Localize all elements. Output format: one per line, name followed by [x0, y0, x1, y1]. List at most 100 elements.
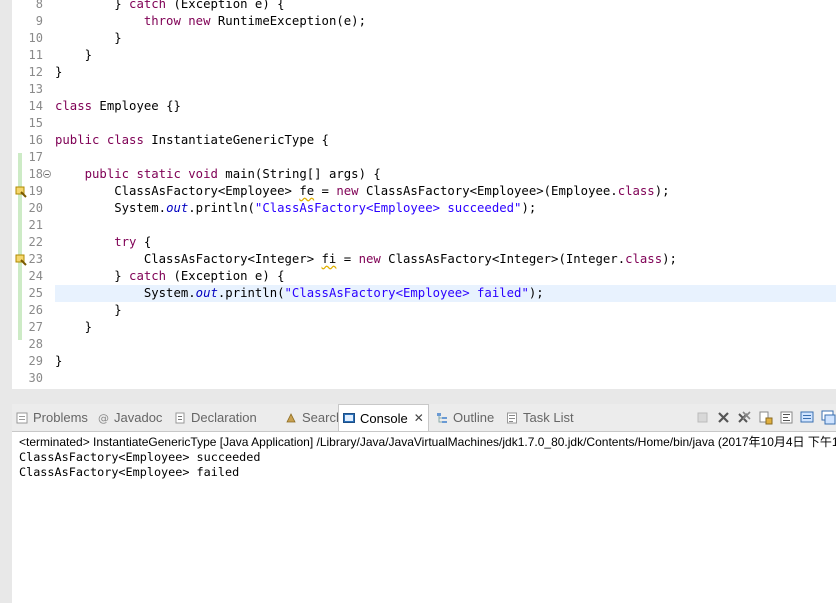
code-line[interactable]: public class InstantiateGenericType {: [55, 132, 836, 149]
code-token: main(String[] args) {: [217, 167, 381, 181]
code-token-kw: class: [625, 252, 663, 266]
tab-label: Javadoc: [114, 410, 163, 425]
code-line[interactable]: [55, 370, 836, 387]
code-line[interactable]: }: [55, 319, 836, 336]
word-wrap-icon[interactable]: [779, 410, 794, 425]
svg-text:@: @: [98, 412, 109, 424]
line-number: 20: [28, 201, 43, 215]
code-line[interactable]: ClassAsFactory<Integer> fi = new ClassAs…: [55, 251, 836, 268]
code-line[interactable]: ClassAsFactory<Employee> fe = new ClassA…: [55, 183, 836, 200]
code-token-fld: out: [195, 286, 218, 300]
tab-task-list[interactable]: Task List: [506, 404, 574, 431]
tab-search[interactable]: Search: [285, 404, 343, 431]
warning-icon[interactable]: [15, 186, 27, 198]
code-token: ClassAsFactory<Employee>(Employee.: [358, 184, 618, 198]
line-number: 14: [28, 99, 43, 113]
code-line[interactable]: [55, 217, 836, 234]
tab-label: Problems: [33, 410, 88, 425]
code-token-kw: class: [55, 99, 93, 113]
code-token: ClassAsFactory<Integer>: [55, 252, 322, 266]
line-number: 27: [28, 320, 43, 334]
code-line[interactable]: class Employee {}: [55, 98, 836, 115]
code-line[interactable]: }: [55, 302, 836, 319]
code-token: }: [55, 354, 63, 368]
tab-outline[interactable]: Outline: [436, 404, 494, 431]
code-token-kw: void: [188, 167, 218, 181]
code-line[interactable]: }: [55, 47, 836, 64]
line-number: 8: [35, 0, 43, 11]
code-line[interactable]: public static void main(String[] args) {: [55, 166, 836, 183]
line-number: 13: [28, 82, 43, 96]
code-token-str: "ClassAsFactory<Employee> succeeded": [254, 201, 522, 215]
console-view[interactable]: <terminated> InstantiateGenericType [Jav…: [12, 431, 836, 603]
line-number: 16: [28, 133, 43, 147]
code-editor[interactable]: 8 9 10 11 12 13 14 15 16 17 18 19 20 21 22 23 24 25 26 27 28…: [12, 0, 836, 389]
code-token: }: [55, 269, 130, 283]
console-output-line: ClassAsFactory<Employee> failed: [19, 465, 240, 479]
code-token: InstantiateGenericType {: [143, 133, 329, 147]
code-token: (Exception e) {: [166, 0, 285, 11]
code-token: Employee {}: [92, 99, 181, 113]
code-line[interactable]: [55, 149, 836, 166]
console-icon: [343, 413, 355, 423]
tab-problems[interactable]: Problems: [16, 404, 88, 431]
console-toolbar: [695, 408, 836, 426]
code-line[interactable]: throw new RuntimeException(e);: [55, 13, 836, 30]
remove-launch-icon[interactable]: [716, 410, 731, 425]
display-selected-console-icon[interactable]: [821, 410, 836, 425]
problems-icon: [16, 412, 28, 423]
code-token: );: [654, 184, 670, 198]
warning-icon[interactable]: [15, 254, 27, 266]
code-token: ClassAsFactory<Employee>: [55, 184, 300, 198]
tab-declaration[interactable]: Declaration: [174, 404, 257, 431]
tab-label: Declaration: [191, 410, 257, 425]
code-line[interactable]: } catch (Exception e) {: [55, 0, 836, 13]
line-number: 17: [28, 150, 43, 164]
code-line[interactable]: [55, 115, 836, 132]
view-tab-bar: Problems @ Javadoc Declaration Search Console…: [12, 404, 836, 431]
code-token-kw: new: [358, 252, 381, 266]
code-token: }: [55, 303, 122, 317]
line-number: 28: [28, 337, 43, 351]
javadoc-icon: @: [98, 412, 109, 424]
code-line[interactable]: System.out.println("ClassAsFactory<Emplo…: [55, 200, 836, 217]
code-token-kw: public: [84, 167, 130, 181]
code-token: }: [55, 65, 63, 79]
fold-toggle-icon[interactable]: [43, 170, 51, 178]
tab-console[interactable]: Console ✕: [338, 404, 429, 431]
code-line[interactable]: [55, 336, 836, 353]
code-token-kw: static: [136, 167, 181, 181]
code-token: );: [528, 286, 544, 300]
code-token-wrn: fe: [299, 184, 315, 198]
line-number: 18: [28, 167, 43, 181]
pin-console-icon[interactable]: [800, 410, 815, 425]
line-number: 30: [28, 371, 43, 385]
console-terminated-label: <terminated> InstantiateGenericType [Jav…: [19, 435, 836, 449]
code-token-kw: throw: [143, 14, 181, 28]
code-line[interactable]: [55, 81, 836, 98]
code-token: System.: [55, 201, 167, 215]
code-token-fld: out: [166, 201, 189, 215]
tab-label: Task List: [523, 410, 574, 425]
code-line[interactable]: try {: [55, 234, 836, 251]
code-token-kw: try: [114, 235, 137, 249]
code-line[interactable]: } catch (Exception e) {: [55, 268, 836, 285]
tab-javadoc[interactable]: @ Javadoc: [97, 404, 162, 431]
code-line[interactable]: }: [55, 353, 836, 370]
code-line[interactable]: }: [55, 64, 836, 81]
scroll-lock-icon[interactable]: [758, 410, 773, 425]
code-line[interactable]: System.out.println("ClassAsFactory<Emplo…: [55, 285, 836, 302]
terminate-icon[interactable]: [695, 410, 710, 425]
close-tab-icon[interactable]: ✕: [414, 411, 424, 425]
code-token-kw: class: [617, 184, 655, 198]
line-number: 12: [28, 65, 43, 79]
remove-all-terminated-icon[interactable]: [737, 410, 752, 425]
code-token: System.: [55, 286, 196, 300]
code-area[interactable]: } catch (Exception e) { throw new Runtim…: [55, 0, 836, 389]
code-line[interactable]: }: [55, 30, 836, 47]
tab-label: Outline: [453, 410, 495, 425]
line-number-gutter: 8 9 10 11 12 13 14 15 16 17 18 19 20 21 22 23 24 25 26 27 28…: [12, 0, 51, 389]
